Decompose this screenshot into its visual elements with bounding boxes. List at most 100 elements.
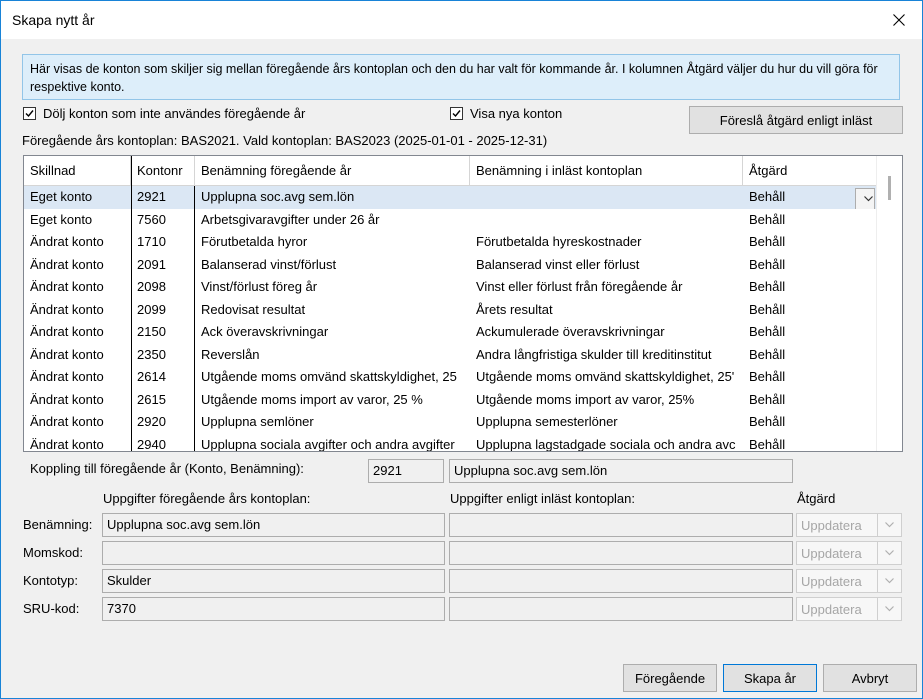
column-header-prev-name[interactable]: Benämning föregående år [195,156,470,186]
column-header-action[interactable]: Åtgärd [743,156,877,186]
cell-new-name: Årets resultat [470,299,743,322]
hide-unused-checkbox[interactable]: Dölj konton som inte användes föregående… [23,106,305,121]
cell-new-name-text: Balanserad vinst eller förlust [476,256,640,272]
close-button[interactable] [876,1,922,39]
info-box: Här visas de konton som skiljer sig mell… [22,54,900,100]
cell-difference: Ändrat konto [24,389,131,412]
cell-account-number-text: 2350 [137,346,166,362]
cell-new-name-text: Förutbetalda hyreskostnader [476,234,642,249]
cell-new-name: Andra långfristiga skulder till kreditin… [470,344,743,367]
scrollbar-thumb[interactable] [888,176,891,200]
cell-action[interactable]: Behåll [743,231,877,254]
table-row[interactable]: Ändrat konto 2940 Upplupna sociala avgifte… [24,433,877,452]
cell-prev-name-text: Redovisat resultat [201,301,306,317]
cell-account-number-text: 2615 [137,391,166,407]
hide-unused-checkbox-box[interactable] [23,107,36,120]
table-row[interactable]: Ändrat konto 2099 Redovisat resultat Årets … [24,298,877,322]
accounts-grid[interactable]: Skillnad Kontonr Benämning föregående år… [23,155,903,452]
table-row[interactable]: Ändrat konto 2150 Ack överavskrivningar Ack… [24,321,877,344]
cell-action[interactable]: Behåll [743,344,877,367]
cell-difference-text: Ändrat konto [30,234,104,249]
action-dropdown-button[interactable] [855,188,875,209]
previous-button[interactable]: Föregående [623,664,717,692]
link-account-field: 2921 [368,459,444,483]
link-label: Koppling till föregående år (Konto, Benä… [30,461,304,476]
cell-account-number-text: 2920 [137,414,166,429]
combobox-arrow[interactable] [877,570,901,592]
cell-prev-name: Ack överavskrivningar [195,321,470,344]
cell-action[interactable]: Behåll [743,254,877,277]
table-row[interactable]: Ändrat konto 2098 Vinst/förlust föreg år Vi… [24,276,877,299]
cell-prev-name-text: Upplupna soc.avg sem.lön [201,189,355,204]
cell-account-number: 2099 [131,298,195,321]
cell-prev-name-text: Reverslån [201,346,260,362]
cell-action[interactable]: Behåll [743,321,877,344]
cell-prev-name: Reverslån [195,344,470,367]
table-row[interactable]: Ändrat konto 2615 Utgående moms import av … [24,388,877,412]
cell-action[interactable]: Behåll [743,276,877,299]
table-row[interactable]: Ändrat konto 2350 Reverslån Andra långfrist… [24,343,877,367]
cell-action[interactable]: Behåll [743,299,877,322]
cell-difference: Ändrat konto [24,276,131,299]
cell-action-text: Behåll [749,279,786,294]
combobox-arrow[interactable] [877,542,901,564]
cell-difference-text: Eget konto [30,189,93,204]
cell-account-number-text: 2098 [137,279,166,294]
table-row[interactable]: Ändrat konto 1710 Förutbetalda hyror Förutb… [24,231,877,254]
new-field [449,597,793,621]
cell-action[interactable]: Behåll [743,186,877,209]
column-header-skillnad[interactable]: Skillnad [24,156,131,186]
grid-rows: Eget konto 2921 Upplupna soc.avg sem.lön Be… [24,186,877,452]
vertical-scrollbar[interactable] [876,156,902,451]
table-row[interactable]: Ändrat konto 2614 Utgående moms omvänd ska… [24,366,877,389]
prev-field: Skulder [102,569,445,593]
cell-prev-name: Utgående moms omvänd skattskyldighet, 25 [195,366,470,389]
cell-difference-text: Ändrat konto [30,256,104,272]
cell-difference-text: Ändrat konto [30,436,104,452]
cell-action[interactable]: Behåll [743,209,877,232]
cell-action[interactable]: Behåll [743,434,877,452]
cancel-button[interactable]: Avbryt [823,664,917,692]
cell-action[interactable]: Behåll [743,411,877,434]
account-type-label: Kontotyp: [23,573,78,588]
cell-new-name-text: Utgående moms omvänd skattskyldighet, 25… [476,369,735,384]
cell-account-number: 1710 [131,231,195,254]
prev-details-header: Uppgifter föregående års kontoplan: [103,491,311,506]
suggest-action-button[interactable]: Föreslå åtgärd enligt inläst [689,106,903,134]
table-row[interactable]: Eget konto 7560 Arbetsgivaravgifter under … [24,208,877,232]
cell-account-number: 2921 [131,186,195,209]
action-combobox[interactable]: Uppdatera [796,569,902,593]
cell-difference-text: Ändrat konto [30,391,104,407]
table-row[interactable]: Eget konto 2921 Upplupna soc.avg sem.lön Be… [24,186,877,209]
prev-field [102,541,445,565]
checkmark-icon [25,110,34,118]
cell-prev-name: Upplupna soc.avg sem.lön [195,186,470,209]
cell-account-number-text: 7560 [137,211,166,227]
grid-header: Skillnad Kontonr Benämning föregående år… [24,156,877,186]
cell-difference-text: Ändrat konto [30,324,104,339]
action-combobox[interactable]: Uppdatera [796,513,902,537]
new-details-header: Uppgifter enligt inläst kontoplan: [450,491,636,506]
cell-difference: Ändrat konto [24,411,131,434]
table-row[interactable]: Ändrat konto 2091 Balanserad vinst/förlust… [24,253,877,277]
cell-action-text: Behåll [749,234,786,249]
cell-prev-name: Balanserad vinst/förlust [195,254,470,277]
action-combobox[interactable]: Uppdatera [796,597,902,621]
cell-account-number-text: 2099 [137,301,166,317]
cell-action[interactable]: Behåll [743,366,877,389]
combobox-arrow[interactable] [877,598,901,620]
show-new-checkbox-box[interactable] [450,107,463,120]
cell-difference-text: Ändrat konto [30,414,104,429]
create-year-button[interactable]: Skapa år [723,664,817,692]
table-row[interactable]: Ändrat konto 2920 Upplupna semlöner Upplupn… [24,411,877,434]
cell-difference: Ändrat konto [24,231,131,254]
show-new-checkbox[interactable]: Visa nya konton [450,106,562,121]
combobox-arrow[interactable] [877,514,901,536]
cell-account-number: 2150 [131,321,195,344]
cell-new-name: Balanserad vinst eller förlust [470,254,743,277]
column-header-kontonr[interactable]: Kontonr [131,156,195,186]
column-header-new-name[interactable]: Benämning i inläst kontoplan [470,156,743,186]
checkmark-icon [452,110,461,118]
action-combobox[interactable]: Uppdatera [796,541,902,565]
cell-action[interactable]: Behåll [743,389,877,412]
